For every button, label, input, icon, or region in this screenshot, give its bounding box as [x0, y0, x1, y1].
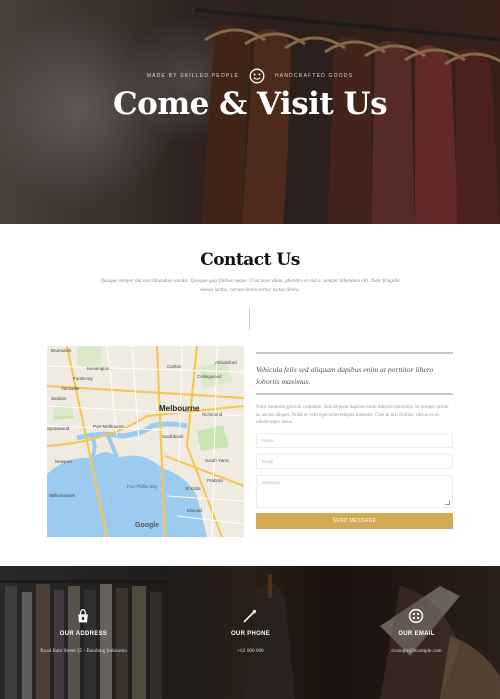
map-label: Collingwood [197, 374, 222, 379]
map-city-label: Melbourne [159, 404, 200, 413]
location-map[interactable]: Melbourne Brunswick Footscray Yarraville… [47, 346, 244, 537]
map-label: St Kilda [185, 486, 201, 491]
name-field[interactable]: Name [256, 432, 453, 448]
address-label: OUR ADDRESS [59, 631, 108, 637]
map-label: Yarraville [61, 386, 80, 391]
address-column: OUR ADDRESS Road Batu Street 35 - Bandun… [0, 566, 167, 699]
phone-value: +62 000 000 [237, 648, 264, 654]
map-label: Southbank [162, 434, 184, 439]
button-icon [408, 608, 424, 624]
map-water-label: Port Phillip Bay [127, 484, 158, 489]
form-rule-top [256, 352, 453, 354]
form-description: Nunc molestie gravida vulputate. Sed ali… [256, 405, 449, 425]
info-band: OUR ADDRESS Road Batu Street 35 - Bandun… [0, 566, 500, 699]
map-label: Seddon [51, 396, 67, 401]
divider-line [249, 308, 250, 330]
map-label: Footscray [73, 376, 93, 381]
map-label: South Yarra [205, 458, 229, 463]
hero-tagline: MADE BY SKILLED PEOPLE HANDCRAFTED GOODS [0, 68, 500, 84]
map-label: Port Melbourne [93, 424, 124, 429]
map-label: Carlton [167, 364, 182, 369]
needle-icon [243, 609, 257, 623]
address-value: Road Batu Street 35 - Bandung Indonesia [40, 648, 127, 654]
tagline-left: MADE BY SKILLED PEOPLE [146, 73, 239, 79]
hero-title: Come & Visit Us [112, 86, 388, 122]
map-label: Richmond [202, 412, 223, 417]
map-label: Elwood [187, 508, 202, 513]
map-label: Abbotsford [215, 360, 237, 365]
message-field[interactable]: Message [256, 474, 453, 508]
phone-column: OUR PHONE +62 000 000 [167, 566, 334, 699]
hero-banner: MADE BY SKILLED PEOPLE HANDCRAFTED GOODS… [0, 0, 500, 224]
contact-form: Vehicula felis sed aliquam dapibus enim … [256, 352, 453, 529]
google-logo: Google [135, 522, 160, 529]
map-label: Kensington [87, 366, 110, 371]
send-message-button[interactable]: SEND MESSAGE [256, 512, 453, 529]
map-label: Williamstown [49, 493, 76, 498]
map-label: Newport [55, 459, 72, 464]
email-label: OUR EMAIL [398, 631, 435, 637]
shop-icon [78, 608, 88, 623]
map-label: Brunswick [51, 348, 72, 353]
contact-subtitle: Quisque semper dui non bibendum iaculis.… [100, 278, 400, 293]
email-column: OUR EMAIL example@example.com [333, 566, 500, 699]
form-rule-bottom [256, 393, 453, 395]
map-label: Prahran [207, 478, 224, 483]
contact-title: Contact Us [200, 250, 300, 270]
smile-icon [249, 68, 265, 84]
email-field[interactable]: Email [256, 453, 453, 469]
map-label: Spotswood [47, 426, 70, 431]
email-value[interactable]: example@example.com [333, 648, 500, 654]
tagline-right: HANDCRAFTED GOODS [274, 73, 354, 79]
form-quote: Vehicula felis sed aliquam dapibus enim … [256, 365, 434, 386]
phone-label: OUR PHONE [230, 631, 271, 637]
